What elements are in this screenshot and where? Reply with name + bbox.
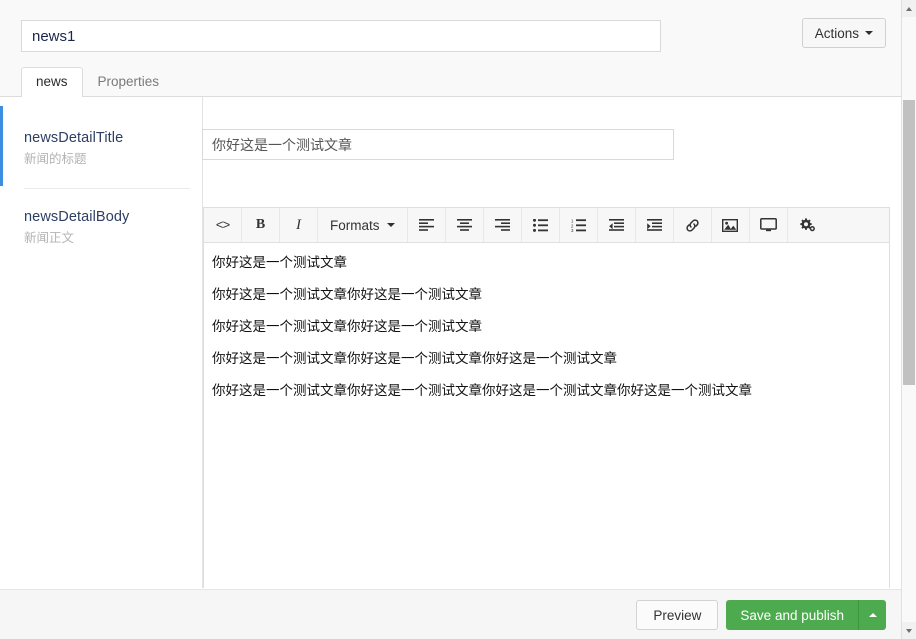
tab-news-label: news <box>36 74 68 89</box>
chevron-down-icon <box>906 628 912 633</box>
svg-text:3: 3 <box>571 228 574 232</box>
chevron-up-icon <box>906 6 912 11</box>
align-center-icon[interactable] <box>445 208 484 242</box>
properties-panel: newsDetailTitle 新闻的标题 newsDetailBody 新闻正… <box>0 97 901 588</box>
property-group-divider <box>24 188 190 189</box>
chevron-up-icon <box>868 613 877 617</box>
property-label-news-detail-body: newsDetailBody 新闻正文 <box>24 208 194 246</box>
property-label-news-detail-title: newsDetailTitle 新闻的标题 <box>24 129 194 167</box>
tab-list: news Properties <box>21 67 174 97</box>
property-description: 新闻的标题 <box>24 152 87 166</box>
bullet-list-icon[interactable] <box>521 208 560 242</box>
numbered-list-icon[interactable]: 1 2 3 <box>559 208 598 242</box>
page-header: Actions <box>0 0 901 69</box>
tab-properties[interactable]: Properties <box>83 67 175 97</box>
formats-dropdown-label: Formats <box>330 217 380 233</box>
preview-button-label: Preview <box>653 607 702 623</box>
scroll-down-arrow-icon[interactable] <box>902 622 916 639</box>
align-right-icon[interactable] <box>483 208 522 242</box>
scroll-up-arrow-icon[interactable] <box>902 0 916 17</box>
save-and-publish-label: Save and publish <box>740 607 844 623</box>
page-scrollbar[interactable] <box>901 0 916 639</box>
indent-icon[interactable] <box>635 208 674 242</box>
save-and-publish-button[interactable]: Save and publish <box>726 600 858 630</box>
settings-gears-icon[interactable] <box>787 208 826 242</box>
rich-text-editor: <> B I Formats 1 2 3 你好这是一个测试文章 你好这是一个测试… <box>203 207 890 588</box>
chevron-down-icon <box>865 31 873 35</box>
property-name: newsDetailTitle <box>24 130 124 146</box>
save-and-publish-dropdown-toggle[interactable] <box>858 600 886 630</box>
content-name-input[interactable] <box>21 20 661 52</box>
tab-properties-label: Properties <box>97 74 160 89</box>
property-name: newsDetailBody <box>24 209 130 225</box>
editor-paragraph: 你好这是一个测试文章你好这是一个测试文章你好这是一个测试文章你好这是一个测试文章 <box>212 383 752 399</box>
active-property-accent-bar <box>0 106 3 186</box>
footer-bar: Preview Save and publish <box>0 589 901 639</box>
bold-glyph: B <box>255 217 266 232</box>
italic-glyph: I <box>296 216 301 233</box>
editor-paragraph: 你好这是一个测试文章你好这是一个测试文章 <box>212 287 482 303</box>
scrollbar-thumb[interactable] <box>903 100 915 385</box>
formats-dropdown[interactable]: Formats <box>318 208 408 242</box>
bold-icon[interactable]: B <box>242 208 280 242</box>
italic-icon[interactable]: I <box>280 208 318 242</box>
editor-paragraph: 你好这是一个测试文章 <box>212 255 347 271</box>
news-detail-title-input[interactable] <box>202 129 674 160</box>
source-code-icon[interactable]: <> <box>204 208 242 242</box>
tab-news[interactable]: news <box>21 67 83 97</box>
editor-toolbar: <> B I Formats 1 2 3 <box>204 208 889 243</box>
header-inner: Actions <box>21 18 886 52</box>
image-icon[interactable] <box>711 208 750 242</box>
link-icon[interactable] <box>673 208 712 242</box>
source-code-glyph: <> <box>215 217 231 233</box>
editor-paragraph: 你好这是一个测试文章你好这是一个测试文章你好这是一个测试文章 <box>212 351 617 367</box>
preview-button[interactable]: Preview <box>636 600 719 630</box>
macro-monitor-icon[interactable] <box>749 208 788 242</box>
save-and-publish-split-button: Save and publish <box>726 600 886 630</box>
chevron-down-icon <box>386 223 395 227</box>
actions-button[interactable]: Actions <box>801 18 886 48</box>
actions-button-label: Actions <box>814 25 859 41</box>
property-description: 新闻正文 <box>24 231 75 245</box>
tab-bar: news Properties <box>0 67 901 97</box>
editor-paragraph: 你好这是一个测试文章你好这是一个测试文章 <box>212 319 482 335</box>
content-editor-page: Actions news Properties newsDetailTitle … <box>0 0 916 639</box>
outdent-icon[interactable] <box>597 208 636 242</box>
align-left-icon[interactable] <box>407 208 446 242</box>
editor-content-area[interactable]: 你好这是一个测试文章 你好这是一个测试文章你好这是一个测试文章 你好这是一个测试… <box>204 244 889 588</box>
footer-button-group: Preview Save and publish <box>636 600 886 630</box>
